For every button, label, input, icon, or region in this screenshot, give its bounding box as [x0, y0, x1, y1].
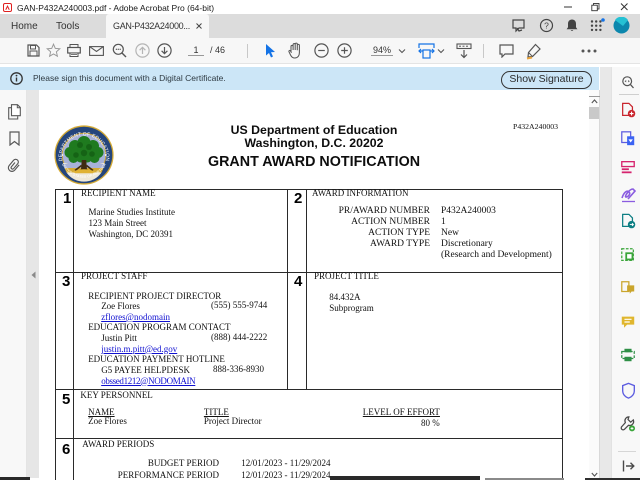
svg-text:?: ? — [544, 21, 549, 31]
